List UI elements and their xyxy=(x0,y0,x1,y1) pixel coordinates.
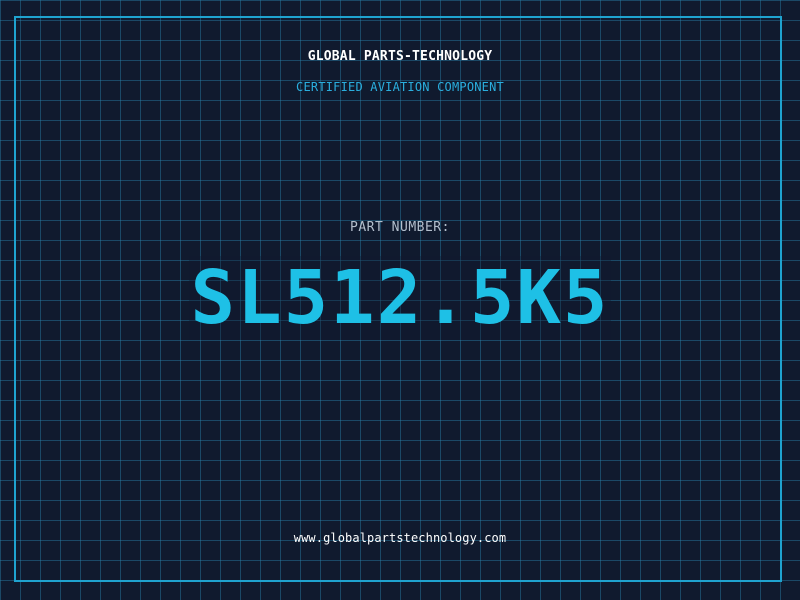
certification-subtitle: CERTIFIED AVIATION COMPONENT xyxy=(296,80,504,94)
part-number-container: SL512.5K5 xyxy=(0,256,800,340)
company-name: GLOBAL PARTS-TECHNOLOGY xyxy=(307,49,493,64)
website-url: www.globalpartstechnology.com xyxy=(293,531,507,545)
part-number-label: PART NUMBER: xyxy=(350,220,450,235)
label-canvas: GLOBAL PARTS-TECHNOLOGY CERTIFIED AVIATI… xyxy=(0,0,800,600)
part-number-value: SL512.5K5 xyxy=(188,255,612,341)
